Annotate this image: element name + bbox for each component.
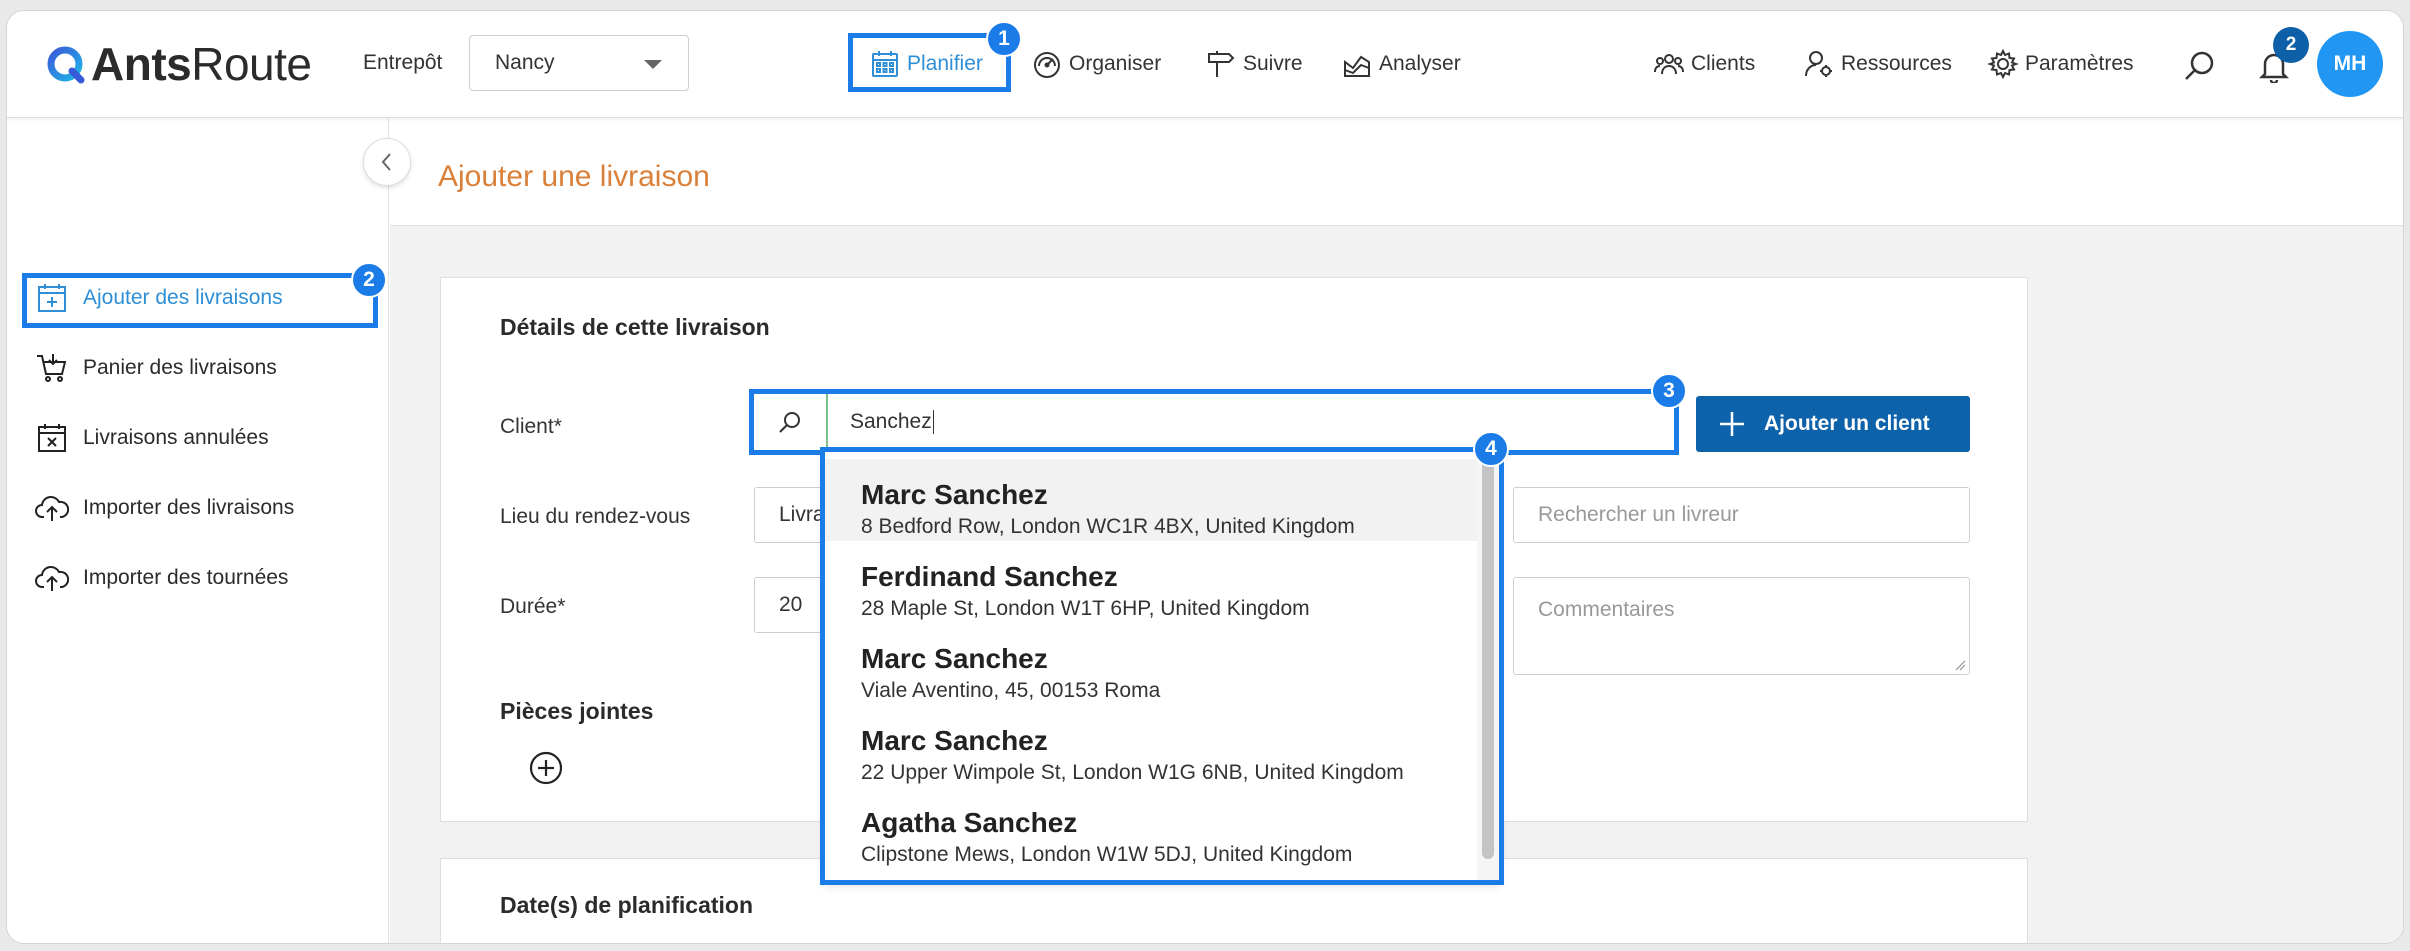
calendar-x-icon — [38, 424, 66, 452]
entrepot-value: Nancy — [495, 51, 555, 74]
logo-text-light: Route — [191, 38, 312, 90]
nav-clients-label: Clients — [1691, 52, 1756, 75]
sidebar-item-importer-livraisons[interactable]: Importer des livraisons — [35, 488, 294, 528]
entrepot-select[interactable]: Nancy — [469, 35, 689, 91]
chart-icon — [1344, 55, 1370, 77]
sidebar-item-label: Importer des tournées — [83, 566, 289, 589]
cart-icon — [37, 354, 67, 382]
highlight-client-search — [749, 389, 1679, 455]
cloud-upload-icon — [35, 496, 69, 521]
highlight-ajouter-livraisons — [22, 273, 378, 328]
details-card-title: Détails de cette livraison — [500, 314, 770, 340]
antsroute-logo[interactable]: AntsRoute — [45, 38, 312, 90]
sidebar-item-label: Panier des livraisons — [83, 356, 277, 379]
sidebar: Ajouter des livraisons 2 Panier des livr… — [7, 118, 389, 943]
highlight-client-dropdown — [820, 447, 1504, 885]
livreur-search-input[interactable]: Rechercher un livreur — [1513, 487, 1970, 543]
search-icon[interactable] — [2183, 49, 2217, 83]
nav-ressources-label: Ressources — [1841, 52, 1952, 75]
planning-card-title: Date(s) de planification — [500, 892, 754, 918]
entrepot-label: Entrepôt — [363, 51, 443, 74]
client-label: Client* — [500, 415, 562, 438]
logo-mark-icon — [47, 46, 85, 84]
page-header: Ajouter une livraison — [390, 118, 2403, 226]
plus-icon — [1720, 412, 1744, 436]
nav-suivre-label: Suivre — [1243, 52, 1303, 75]
commentaires-textarea[interactable]: Commentaires — [1513, 577, 1970, 675]
nav-parametres[interactable]: Paramètres — [1987, 37, 2134, 91]
lieu-label: Lieu du rendez-vous — [500, 505, 691, 528]
step-badge-4: 4 — [1473, 431, 1509, 467]
nav-parametres-label: Paramètres — [2025, 52, 2134, 75]
nav-organiser[interactable]: Organiser — [1031, 37, 1161, 91]
user-gear-icon — [1805, 51, 1832, 77]
resize-handle-icon[interactable] — [1954, 659, 1966, 671]
step-badge-3: 3 — [1651, 373, 1687, 409]
add-attachment-icon[interactable] — [528, 750, 564, 786]
sidebar-item-importer-tournees[interactable]: Importer des tournées — [35, 558, 288, 598]
sidebar-item-panier-livraisons[interactable]: Panier des livraisons — [35, 348, 277, 388]
nav-clients[interactable]: Clients — [1653, 37, 1755, 91]
sidebar-item-livraisons-annulees[interactable]: Livraisons annulées — [35, 418, 269, 458]
logo-text-bold: Ants — [91, 38, 192, 90]
page-title: Ajouter une livraison — [438, 160, 710, 193]
pieces-jointes-label: Pièces jointes — [500, 698, 654, 724]
gauge-icon — [1034, 52, 1060, 78]
nav-ressources[interactable]: Ressources — [1803, 37, 1952, 91]
nav-analyser-label: Analyser — [1379, 52, 1461, 75]
step-badge-1: 1 — [986, 21, 1022, 57]
user-avatar[interactable]: MH — [2317, 31, 2383, 97]
notification-count-badge: 2 — [2273, 27, 2309, 63]
sidebar-collapse-button[interactable] — [363, 138, 411, 186]
sidebar-item-label: Importer des livraisons — [83, 496, 295, 519]
top-navbar: AntsRoute Entrepôt Nancy Planifier 1 Org… — [7, 11, 2403, 118]
app-window: AntsRoute Entrepôt Nancy Planifier 1 Org… — [6, 10, 2404, 944]
nav-suivre[interactable]: Suivre — [1205, 37, 1303, 91]
add-client-button[interactable]: Ajouter un client — [1696, 396, 1970, 452]
chevron-down-icon — [644, 60, 662, 69]
step-badge-2: 2 — [351, 262, 387, 298]
signpost-icon — [1208, 51, 1235, 77]
commentaires-placeholder: Commentaires — [1538, 598, 1675, 621]
add-client-label: Ajouter un client — [1764, 412, 1930, 435]
livreur-placeholder: Rechercher un livreur — [1538, 503, 1739, 526]
lieu-value: Livra — [779, 503, 825, 526]
duree-value: 20 — [779, 593, 803, 616]
cloud-upload-icon — [35, 566, 69, 591]
nav-analyser[interactable]: Analyser — [1341, 37, 1461, 91]
gear-icon — [1987, 48, 2019, 80]
chevron-left-icon — [381, 153, 391, 171]
sidebar-item-label: Livraisons annulées — [83, 426, 269, 449]
nav-organiser-label: Organiser — [1069, 52, 1162, 75]
duree-label: Durée* — [500, 595, 566, 618]
users-icon — [1654, 54, 1684, 75]
